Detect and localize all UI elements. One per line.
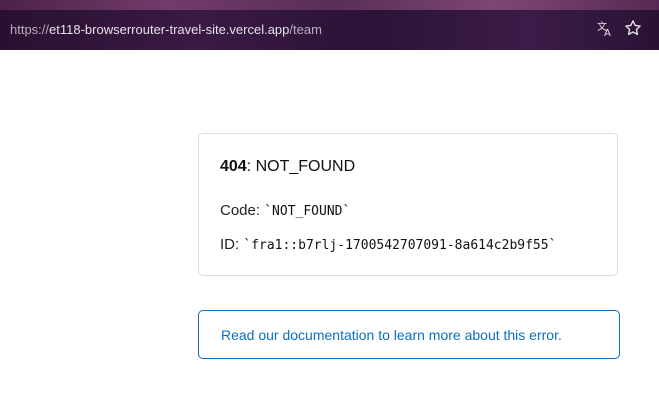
error-id-value: `fra1::b7rlj-1700542707091-8a614c2b9f55` — [243, 238, 557, 253]
error-status-text: : NOT_FOUND — [246, 158, 356, 175]
error-status-code: 404 — [220, 158, 247, 175]
error-id-line: ID: `fra1::b7rlj-1700542707091-8a614c2b9… — [220, 236, 556, 253]
svg-text:A: A — [604, 28, 611, 37]
star-icon[interactable] — [624, 19, 642, 37]
documentation-link-box[interactable]: Read our documentation to learn more abo… — [198, 310, 620, 359]
error-code-line: Code: `NOT_FOUND` — [220, 202, 350, 219]
error-code-label: Code: — [220, 202, 265, 219]
error-title: 404: NOT_FOUND — [220, 158, 355, 176]
url-scheme: https:// — [10, 22, 50, 37]
browser-tab-strip — [0, 0, 659, 10]
error-card: 404: NOT_FOUND Code: `NOT_FOUND` ID: `fr… — [198, 133, 618, 276]
error-code-value: `NOT_FOUND` — [264, 204, 351, 219]
url-field[interactable]: https://et118-browserrouter-travel-site.… — [10, 22, 322, 37]
browser-address-bar: https://et118-browserrouter-travel-site.… — [0, 0, 659, 50]
translate-icon[interactable]: 文 A — [596, 19, 614, 39]
url-path: /team — [289, 22, 322, 37]
documentation-link[interactable]: Read our documentation to learn more abo… — [221, 327, 562, 343]
error-id-label: ID: — [220, 236, 244, 253]
url-host: et118-browserrouter-travel-site.vercel.a… — [49, 22, 290, 37]
